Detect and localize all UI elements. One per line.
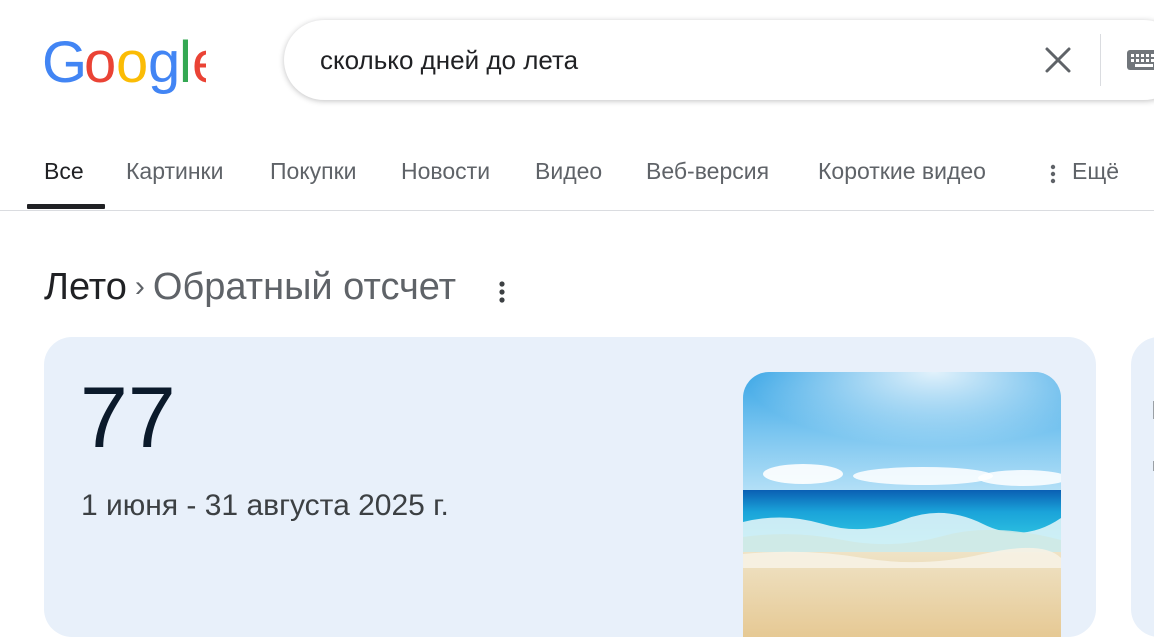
breadcrumb-separator: › <box>134 270 145 303</box>
search-divider <box>1100 34 1101 86</box>
tab-label: Ещё <box>1072 158 1120 184</box>
tab-label: Покупки <box>270 158 357 184</box>
svg-text:G: G <box>42 36 87 95</box>
tabs-divider <box>0 210 1154 211</box>
search-input[interactable] <box>320 42 1000 78</box>
tab-label: Картинки <box>126 158 224 184</box>
tab-label: Новости <box>401 158 491 184</box>
tab-label: Веб-версия <box>646 158 770 184</box>
svg-text:o: o <box>84 36 116 95</box>
breadcrumb-current: Обратный отсчет <box>152 266 457 308</box>
google-logo[interactable]: G o o g l e <box>42 36 206 96</box>
svg-text:l: l <box>179 36 192 95</box>
keyboard-icon[interactable] <box>1126 48 1154 74</box>
tab-label: Все <box>44 158 84 184</box>
close-icon[interactable] <box>1040 42 1076 78</box>
more-vert-icon[interactable] <box>1046 163 1060 185</box>
search-bar[interactable] <box>284 20 1154 100</box>
svg-text:e: e <box>192 36 206 95</box>
beach-photo <box>743 372 1061 637</box>
tab-label: Видео <box>535 158 603 184</box>
svg-text:g: g <box>148 36 180 95</box>
breadcrumb-root[interactable]: Лето <box>44 266 127 308</box>
search-tabs: Все Картинки Покупки Новости Видео Веб-в… <box>0 148 1154 210</box>
tab-label: Короткие видео <box>818 158 986 184</box>
date-range: 1 июня - 31 августа 2025 г. <box>81 489 449 522</box>
more-vert-icon[interactable] <box>494 279 510 305</box>
countdown-card[interactable]: 77 1 июня - 31 августа 2025 г. <box>44 337 1096 637</box>
breadcrumb: Лето › Обратный отсчет <box>44 266 456 316</box>
active-tab-indicator <box>27 204 105 209</box>
svg-text:o: o <box>116 36 148 95</box>
next-card[interactable] <box>1131 337 1154 637</box>
days-count: 77 <box>80 370 176 466</box>
